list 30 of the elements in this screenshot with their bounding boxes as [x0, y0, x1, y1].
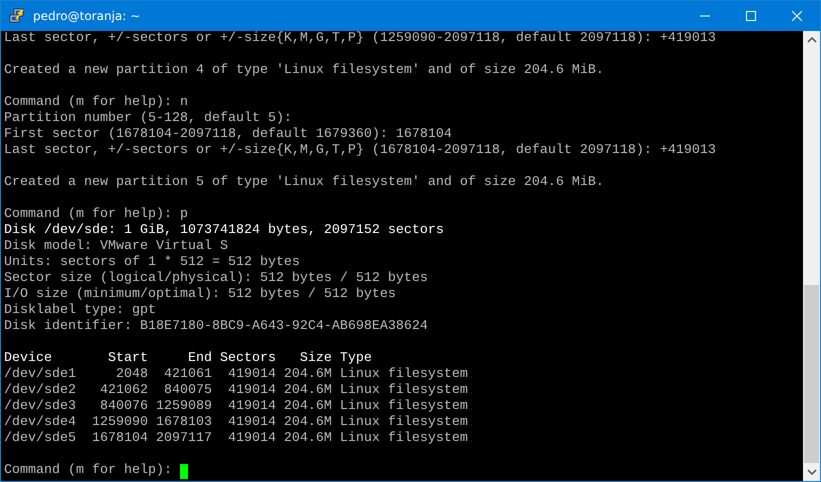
- terminal-line: /dev/sde2 421062 840075 419014 204.6M Linux filesystem: [4, 383, 468, 399]
- terminal-line: Disk model: VMware Virtual S: [4, 239, 228, 255]
- terminal-line: /dev/sde5 1678104 2097117 419014 204.6M Linux filesystem: [4, 431, 468, 447]
- terminal-line: /dev/sde3 840076 1259089 419014 204.6M Linux filesystem: [4, 399, 468, 415]
- scrollbar-thumb[interactable]: [804, 285, 819, 463]
- terminal-line: /dev/sde1 2048 421061 419014 204.6M Linux filesystem: [4, 367, 468, 383]
- scroll-up-icon[interactable]: [806, 37, 816, 43]
- terminal-line: Last sector, +/-sectors or +/-size{K,M,G,T,P} (1678104-2097118, default 2097118): +419013: [4, 143, 716, 159]
- terminal-line: Created a new partition 5 of type 'Linux filesystem' and of size 204.6 MiB.: [4, 175, 604, 191]
- terminal-line: Created a new partition 4 of type 'Linux filesystem' and of size 204.6 MiB.: [4, 63, 604, 79]
- terminal-line: Device Start End Sectors Size Type: [4, 351, 372, 367]
- terminal-line: Units: sectors of 1 * 512 = 512 bytes: [4, 255, 300, 271]
- terminal-line: Last sector, +/-sectors or +/-size{K,M,G,T,P} (1259090-2097118, default 2097118): +419013: [4, 31, 716, 47]
- close-icon: [792, 11, 802, 21]
- terminal-line: Command (m for help): p: [4, 207, 188, 223]
- scroll-down-icon[interactable]: [806, 469, 816, 475]
- terminal-line: Disklabel type: gpt: [4, 303, 156, 319]
- terminal-line: I/O size (minimum/optimal): 512 bytes / 512 bytes: [4, 287, 396, 303]
- terminal-line: Sector size (logical/physical): 512 bytes / 512 bytes: [4, 271, 428, 287]
- terminal-line: Disk /dev/sde: 1 GiB, 1073741824 bytes, 2097152 sectors: [4, 223, 444, 239]
- terminal-line: Partition number (5-128, default 5):: [4, 111, 292, 127]
- terminal-line: First sector (1678104-2097118, default 1679360): 1678104: [4, 127, 452, 143]
- computers-icon: [9, 8, 25, 24]
- terminal-line: Command (m for help): n: [4, 95, 188, 111]
- maximize-icon: [746, 11, 756, 21]
- window-title: pedro@toranja: ~: [33, 9, 140, 23]
- command-prompt: Command (m for help):: [4, 463, 173, 479]
- vertical-scrollbar[interactable]: [803, 31, 820, 481]
- terminal-line: Disk identifier: B18E7180-8BC9-A643-92C4-AB698EA38624: [4, 319, 428, 335]
- terminal-line: /dev/sde4 1259090 1678103 419014 204.6M Linux filesystem: [4, 415, 468, 431]
